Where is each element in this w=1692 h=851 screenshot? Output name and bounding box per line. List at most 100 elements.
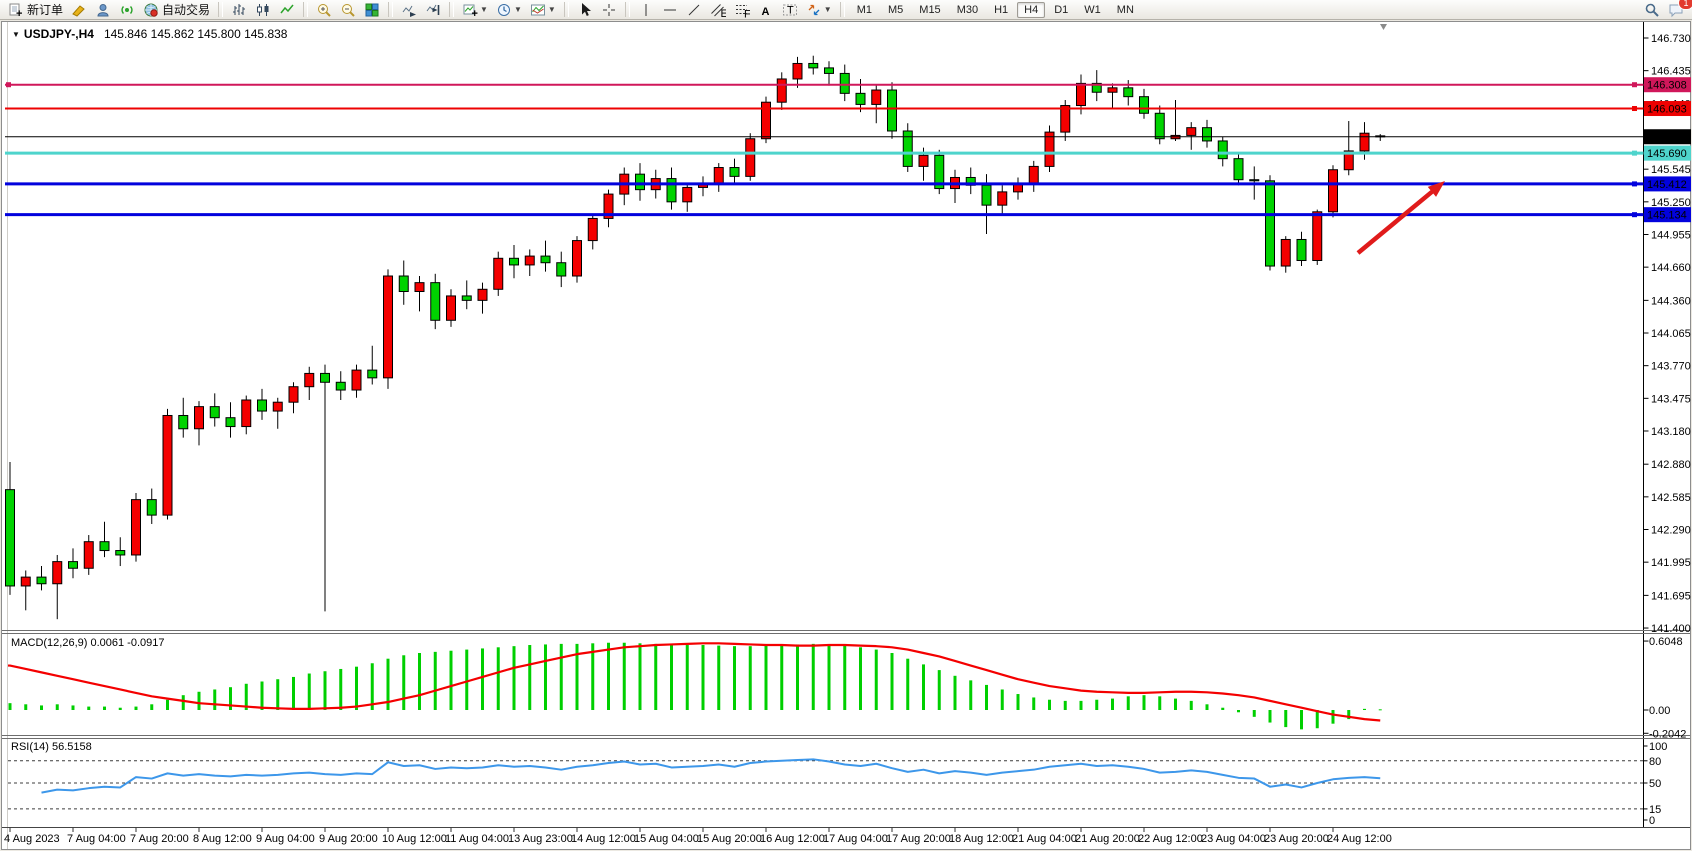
caret-down-icon: ▼ xyxy=(824,5,832,14)
search-icon xyxy=(1644,2,1660,18)
fibonacci-icon: F xyxy=(734,2,750,18)
timeframe-h4[interactable]: H4 xyxy=(1017,2,1045,18)
fibonacci-button[interactable]: F xyxy=(731,1,753,19)
timeframe-h1[interactable]: H1 xyxy=(987,2,1015,18)
svg-text:17 Aug 04:00: 17 Aug 04:00 xyxy=(823,833,888,845)
trendline-button[interactable] xyxy=(683,1,705,19)
candlestick-mode-button[interactable] xyxy=(252,1,274,19)
signals-icon xyxy=(119,2,135,18)
new-chart-button[interactable]: +▼ xyxy=(459,1,491,19)
equidistant-channel-button[interactable]: E xyxy=(707,1,729,19)
rsi-name: RSI(14) xyxy=(11,741,49,753)
svg-text:142.880: 142.880 xyxy=(1651,459,1691,471)
zoom-in-button[interactable] xyxy=(313,1,335,19)
rsi-value: 56.5158 xyxy=(52,741,92,753)
chart-canvas[interactable]: 146.730146.435146.140145.845145.545145.2… xyxy=(0,0,1692,851)
svg-text:0.6048: 0.6048 xyxy=(1649,636,1683,648)
toolbar-separator xyxy=(303,2,308,17)
toolbar-separator xyxy=(840,2,845,17)
signals-button[interactable] xyxy=(116,1,138,19)
data-window-button[interactable] xyxy=(92,1,114,19)
cursor-button[interactable] xyxy=(574,1,596,19)
svg-text:0.00: 0.00 xyxy=(1649,705,1670,717)
svg-text:11 Aug 04:00: 11 Aug 04:00 xyxy=(445,833,509,845)
macd-values: 0.0061 -0.0917 xyxy=(90,637,164,649)
crosshair-button[interactable] xyxy=(598,1,620,19)
svg-text:80: 80 xyxy=(1649,756,1661,768)
svg-text:146.308: 146.308 xyxy=(1647,80,1687,92)
svg-text:143.770: 143.770 xyxy=(1651,361,1691,373)
svg-text:144.360: 144.360 xyxy=(1651,295,1691,307)
auto-scroll-icon xyxy=(401,2,417,18)
crosshair-icon xyxy=(601,2,617,18)
svg-text:143.475: 143.475 xyxy=(1651,393,1691,405)
vertical-line-button[interactable] xyxy=(635,1,657,19)
market-watch-button[interactable] xyxy=(68,1,90,19)
timeframe-m5[interactable]: M5 xyxy=(881,2,910,18)
svg-text:15 Aug 20:00: 15 Aug 20:00 xyxy=(697,833,762,845)
svg-text:22 Aug 12:00: 22 Aug 12:00 xyxy=(1138,833,1203,845)
notifications-button[interactable]: 1 xyxy=(1665,1,1687,19)
equidistant-channel-icon: E xyxy=(710,2,726,18)
timeframe-m30[interactable]: M30 xyxy=(950,2,985,18)
timeframe-m15[interactable]: M15 xyxy=(912,2,947,18)
svg-text:146.730: 146.730 xyxy=(1651,33,1691,45)
svg-text:18 Aug 12:00: 18 Aug 12:00 xyxy=(949,833,1014,845)
ohlc-values: 145.846 145.862 145.800 145.838 xyxy=(104,27,288,41)
svg-text:100: 100 xyxy=(1649,741,1667,753)
toolbar-right-group: 1 xyxy=(1640,1,1688,19)
svg-text:13 Aug 23:00: 13 Aug 23:00 xyxy=(508,833,573,845)
svg-text:144.065: 144.065 xyxy=(1651,328,1691,340)
arrows-button[interactable]: ▼ xyxy=(803,1,835,19)
line-chart-mode-button[interactable] xyxy=(276,1,298,19)
auto-scroll-button[interactable] xyxy=(398,1,420,19)
mt4-window: 146.730146.435146.140145.845145.545145.2… xyxy=(0,0,1692,851)
svg-text:23 Aug 04:00: 23 Aug 04:00 xyxy=(1201,833,1266,845)
svg-text:4 Aug 2023: 4 Aug 2023 xyxy=(4,833,60,845)
chart-shift-button[interactable] xyxy=(422,1,444,19)
svg-text:7 Aug 20:00: 7 Aug 20:00 xyxy=(130,833,189,845)
tile-windows-button[interactable] xyxy=(361,1,383,19)
cursor-icon xyxy=(577,2,593,18)
svg-text:14 Aug 12:00: 14 Aug 12:00 xyxy=(571,833,636,845)
auto-trading-label: 自动交易 xyxy=(162,1,210,18)
timeframe-m1[interactable]: M1 xyxy=(850,2,879,18)
svg-text:0: 0 xyxy=(1649,815,1655,827)
timeframe-w1[interactable]: W1 xyxy=(1077,2,1108,18)
auto-trading-button[interactable]: 自动交易 xyxy=(140,1,213,19)
svg-text:50: 50 xyxy=(1649,778,1661,790)
text-button[interactable]: A xyxy=(755,1,777,19)
svg-text:7 Aug 04:00: 7 Aug 04:00 xyxy=(67,833,126,845)
periods-button[interactable]: ▼ xyxy=(493,1,525,19)
svg-text:15 Aug 04:00: 15 Aug 04:00 xyxy=(634,833,699,845)
svg-text:24 Aug 12:00: 24 Aug 12:00 xyxy=(1327,833,1392,845)
bar-chart-icon xyxy=(231,2,247,18)
templates-button[interactable]: ▼ xyxy=(527,1,559,19)
new-order-button[interactable]: +新订单 xyxy=(5,1,66,19)
rsi-indicator-label: RSI(14) 56.5158 xyxy=(11,741,92,753)
search-button[interactable] xyxy=(1641,1,1663,19)
horizontal-line-button[interactable] xyxy=(659,1,681,19)
zoom-out-button[interactable] xyxy=(337,1,359,19)
bar-chart-mode-button[interactable] xyxy=(228,1,250,19)
periods-icon xyxy=(496,2,512,18)
svg-text:144.660: 144.660 xyxy=(1651,262,1691,274)
line-chart-icon xyxy=(279,2,295,18)
new-order-icon: + xyxy=(8,2,24,18)
timeframe-d1[interactable]: D1 xyxy=(1047,2,1075,18)
new-order-label: 新订单 xyxy=(27,1,63,18)
horizontal-line-icon xyxy=(662,2,678,18)
chevron-down-icon[interactable]: ▼ xyxy=(12,30,20,39)
auto-trading-icon xyxy=(143,2,159,18)
arrows-icon xyxy=(806,2,822,18)
macd-indicator-label: MACD(12,26,9) 0.0061 -0.0917 xyxy=(11,637,165,649)
zoom-in-icon xyxy=(316,2,332,18)
toolbar-separator xyxy=(625,2,630,17)
timeframe-mn[interactable]: MN xyxy=(1110,2,1141,18)
caret-down-icon: ▼ xyxy=(480,5,488,14)
text-label-button[interactable]: T xyxy=(779,1,801,19)
svg-text:E: E xyxy=(720,8,726,18)
svg-text:141.995: 141.995 xyxy=(1651,557,1691,569)
svg-text:23 Aug 20:00: 23 Aug 20:00 xyxy=(1264,833,1329,845)
text-icon: A xyxy=(758,2,774,18)
